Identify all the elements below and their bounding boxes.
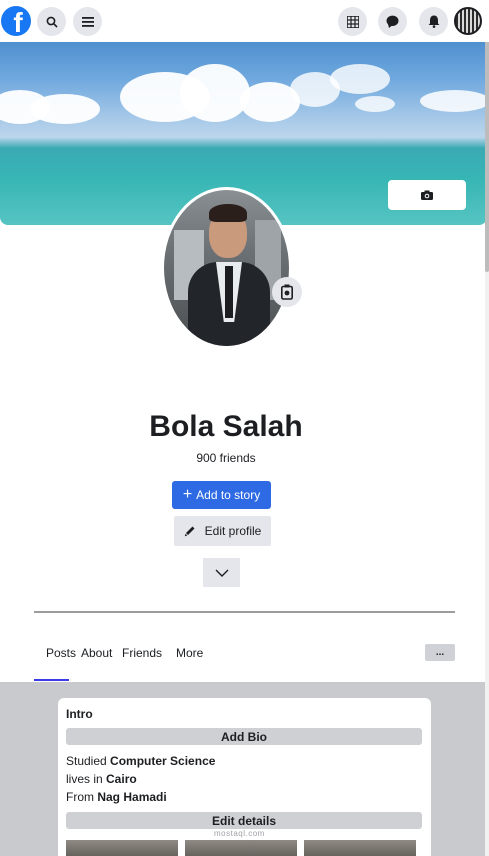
edit-profile-picture-button[interactable] bbox=[272, 277, 302, 307]
menu-button[interactable] bbox=[73, 7, 102, 36]
tab-more[interactable]: More bbox=[176, 640, 203, 680]
intro-title: Intro bbox=[66, 707, 93, 721]
bell-icon bbox=[428, 15, 439, 28]
watermark: mostaql.com bbox=[214, 829, 265, 838]
photo-thumbnail[interactable] bbox=[185, 840, 297, 856]
pencil-icon bbox=[184, 526, 195, 537]
photo-thumbnail[interactable] bbox=[304, 840, 416, 856]
tab-posts[interactable]: Posts bbox=[46, 640, 76, 680]
messenger-icon bbox=[386, 15, 399, 28]
add-to-story-button[interactable]: + Add to story bbox=[172, 481, 271, 509]
edit-cover-button[interactable] bbox=[388, 180, 466, 210]
expand-button[interactable] bbox=[203, 558, 240, 587]
more-options-button[interactable]: ... bbox=[425, 644, 455, 661]
studied-line: Studied Computer Science bbox=[66, 754, 216, 768]
add-to-story-label: Add to story bbox=[196, 488, 261, 502]
add-bio-button[interactable]: Add Bio bbox=[66, 728, 422, 745]
edit-profile-button[interactable]: Edit profile bbox=[174, 516, 271, 546]
notifications-button[interactable] bbox=[419, 7, 448, 36]
divider bbox=[34, 611, 455, 613]
tab-friends[interactable]: Friends bbox=[122, 640, 162, 680]
apps-button[interactable] bbox=[338, 7, 367, 36]
account-avatar[interactable] bbox=[454, 7, 482, 35]
camera-icon bbox=[281, 284, 293, 300]
from-line: From Nag Hamadi bbox=[66, 790, 167, 804]
tab-about[interactable]: About bbox=[81, 640, 112, 680]
search-button[interactable] bbox=[37, 7, 66, 36]
edit-profile-label: Edit profile bbox=[204, 524, 262, 538]
grid-icon bbox=[346, 15, 359, 28]
lives-value: Cairo bbox=[106, 772, 137, 786]
facebook-logo[interactable]: f bbox=[1, 6, 31, 36]
profile-name: Bola Salah bbox=[149, 410, 303, 443]
active-tab-indicator bbox=[34, 679, 69, 681]
lives-line: lives in Cairo bbox=[66, 772, 137, 786]
scrollbar-thumb[interactable] bbox=[485, 16, 489, 272]
camera-icon bbox=[421, 190, 433, 200]
profile-picture[interactable] bbox=[161, 187, 292, 349]
studied-value: Computer Science bbox=[110, 754, 216, 768]
friends-count[interactable]: 900 friends bbox=[0, 451, 452, 465]
edit-details-button[interactable]: Edit details bbox=[66, 812, 422, 829]
photo-thumbnail[interactable] bbox=[66, 840, 178, 856]
chevron-down-icon bbox=[215, 569, 228, 577]
from-value: Nag Hamadi bbox=[97, 790, 167, 804]
top-bar: f bbox=[0, 0, 489, 42]
search-icon bbox=[46, 16, 58, 28]
messenger-button[interactable] bbox=[378, 7, 407, 36]
menu-icon bbox=[81, 16, 94, 27]
plus-icon: + bbox=[182, 486, 193, 503]
facebook-logo-letter: f bbox=[13, 7, 23, 37]
